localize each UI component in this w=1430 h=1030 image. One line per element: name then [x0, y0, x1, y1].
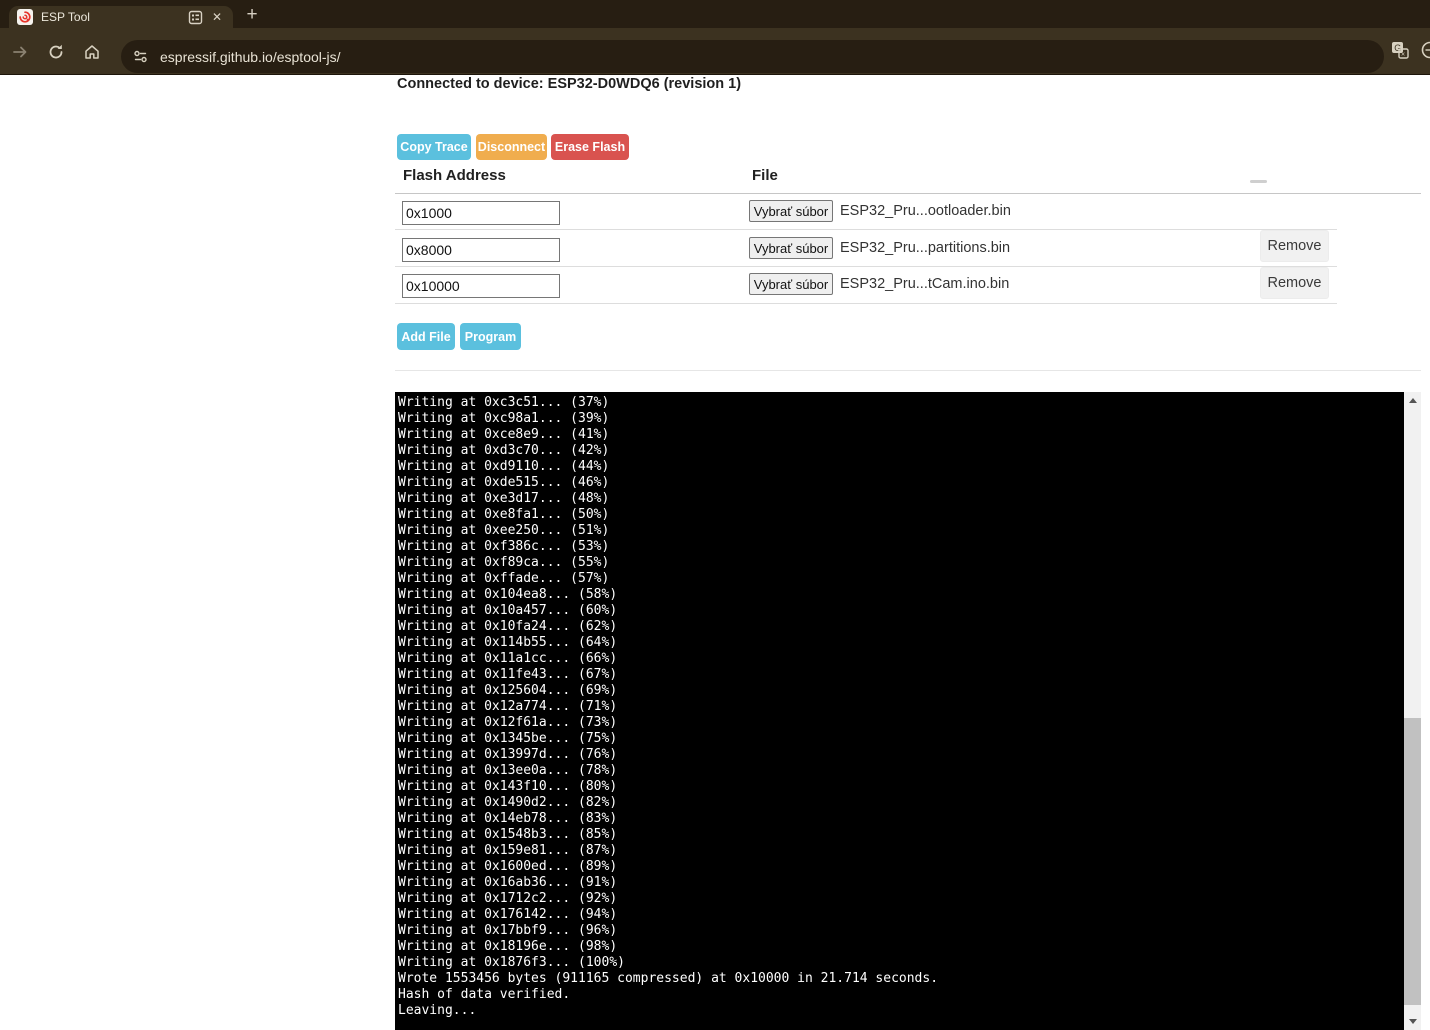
column-header-file: File — [752, 167, 778, 184]
tab-strip: ESP Tool ✕ + — [0, 0, 1430, 28]
remove-file-button[interactable]: Remove — [1260, 230, 1329, 262]
file-name: ESP32_Pru...tCam.ino.bin — [840, 276, 1009, 292]
reload-icon[interactable] — [45, 41, 67, 63]
espressif-favicon — [17, 9, 33, 25]
new-tab-button[interactable]: + — [240, 4, 264, 28]
table-header-divider — [395, 193, 1421, 194]
tab-title: ESP Tool — [41, 10, 188, 24]
site-settings-icon[interactable] — [128, 45, 152, 69]
file-name: ESP32_Pru...ootloader.bin — [840, 203, 1011, 219]
flash-address-input[interactable] — [402, 201, 560, 225]
address-bar[interactable]: espressif.github.io/esptool-js/ — [121, 40, 1384, 73]
connection-status: Connected to device: ESP32-D0WDQ6 (revis… — [397, 76, 741, 92]
url-text[interactable]: espressif.github.io/esptool-js/ — [160, 49, 341, 65]
section-divider — [395, 370, 1421, 371]
forward-icon — [9, 41, 31, 63]
disconnect-button[interactable]: Disconnect — [476, 134, 547, 160]
browser-toolbar: espressif.github.io/esptool-js/ G × — [0, 28, 1430, 75]
flash-address-input[interactable] — [402, 274, 560, 298]
table-row-divider — [395, 303, 1337, 304]
browser-chrome: ESP Tool ✕ + — [0, 0, 1430, 75]
serial-device-icon — [188, 10, 203, 25]
terminal-scrollbar[interactable] — [1404, 392, 1421, 1030]
choose-file-button[interactable]: Vybrať súbor — [749, 273, 833, 295]
table-row-divider — [395, 229, 1337, 230]
home-icon[interactable] — [81, 41, 103, 63]
browser-tab[interactable]: ESP Tool ✕ — [9, 6, 233, 28]
svg-text:×: × — [1401, 52, 1405, 59]
scroll-up-icon[interactable] — [1404, 392, 1421, 409]
terminal-output: Writing at 0xc3c51... (37%) Writing at 0… — [395, 392, 1404, 1019]
erase-flash-button[interactable]: Erase Flash — [551, 134, 629, 160]
column-header-flash-address: Flash Address — [403, 167, 506, 184]
copy-trace-button[interactable]: Copy Trace — [397, 134, 471, 160]
flash-address-input[interactable] — [402, 238, 560, 262]
choose-file-button[interactable]: Vybrať súbor — [749, 200, 833, 222]
choose-file-button[interactable]: Vybrať súbor — [749, 237, 833, 259]
terminal-panel: Writing at 0xc3c51... (37%) Writing at 0… — [395, 392, 1421, 1030]
remove-file-button[interactable]: Remove — [1260, 267, 1329, 299]
add-file-button[interactable]: Add File — [397, 323, 455, 350]
file-name: ESP32_Pru...partitions.bin — [840, 240, 1010, 256]
page-content: Connected to device: ESP32-D0WDQ6 (revis… — [0, 75, 1430, 1030]
scrollbar-thumb[interactable] — [1404, 718, 1421, 1005]
table-row-divider — [395, 266, 1337, 267]
profile-avatar[interactable] — [1421, 41, 1430, 59]
column-header-dash — [1250, 180, 1267, 183]
tab-close-icon[interactable]: ✕ — [209, 9, 225, 25]
terminal[interactable]: Writing at 0xc3c51... (37%) Writing at 0… — [395, 392, 1404, 1030]
program-button[interactable]: Program — [460, 323, 521, 350]
scroll-down-icon[interactable] — [1404, 1013, 1421, 1030]
translate-icon[interactable]: G × — [1391, 41, 1409, 59]
